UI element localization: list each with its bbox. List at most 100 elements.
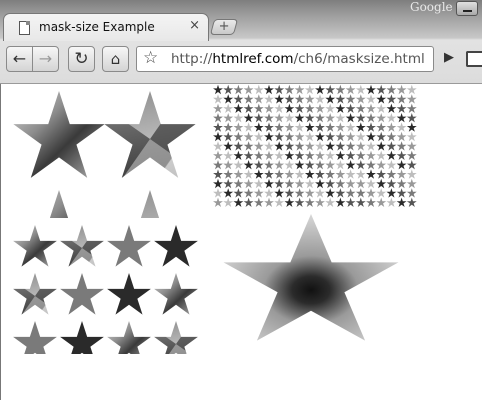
tiny-star — [315, 113, 325, 123]
tab-close-icon[interactable]: × — [189, 19, 200, 32]
home-button[interactable]: ⌂ — [102, 46, 129, 72]
url-text[interactable]: http://htmlref.com/ch6/masksize.html — [171, 51, 425, 67]
back-button[interactable]: ← — [6, 46, 33, 72]
tiny-star — [386, 131, 397, 142]
tiny-star — [264, 188, 274, 198]
medium-star — [13, 369, 57, 400]
tiny-star — [366, 169, 376, 179]
tiny-star — [223, 188, 234, 198]
tiny-star — [253, 150, 264, 161]
medium-star — [60, 321, 104, 354]
demo-single-star — [223, 214, 399, 341]
tiny-star — [355, 178, 366, 189]
tiny-star — [396, 169, 407, 179]
tiny-star — [274, 150, 285, 161]
url-scheme: http:// — [171, 51, 213, 67]
tiny-star — [233, 160, 244, 170]
tiny-star — [294, 188, 305, 198]
tiny-star — [253, 178, 264, 189]
medium-star — [154, 225, 198, 267]
tiny-star — [355, 197, 366, 208]
tiny-star — [366, 141, 376, 151]
tiny-star — [406, 169, 417, 179]
tiny-star — [315, 94, 325, 104]
url-host: htmlref.com — [212, 51, 294, 67]
tiny-star — [304, 150, 315, 161]
tiny-star — [376, 160, 387, 170]
tiny-star — [325, 178, 336, 189]
medium-star — [107, 321, 151, 354]
tiny-star — [223, 122, 234, 132]
tiny-star — [223, 169, 234, 179]
tiny-star — [355, 94, 366, 104]
medium-star — [154, 369, 198, 400]
tiny-star — [294, 103, 305, 114]
page-menu-button[interactable] — [466, 51, 482, 67]
reload-button[interactable]: ↻ — [68, 46, 95, 72]
browser-chrome: mask-size Example × + Google ← → ↻ ⌂ ☆ h… — [0, 0, 482, 84]
tiny-star — [315, 131, 325, 142]
tiny-star — [406, 131, 417, 142]
tiny-star — [264, 197, 274, 208]
address-bar[interactable]: ☆ http://htmlref.com/ch6/masksize.html — [136, 46, 434, 72]
tiny-star — [335, 150, 346, 161]
tiny-star — [335, 141, 346, 151]
new-tab-button[interactable]: + — [209, 19, 239, 35]
tiny-star — [366, 188, 376, 198]
tiny-star — [335, 103, 346, 114]
tiny-star — [386, 84, 397, 95]
go-button[interactable]: ▶ — [438, 46, 460, 72]
tiny-star — [366, 94, 376, 104]
tiny-star — [366, 178, 376, 189]
tiny-star — [366, 84, 376, 95]
tiny-star — [213, 94, 223, 104]
tiny-star — [284, 169, 295, 179]
tiny-star — [253, 113, 264, 123]
tiny-star — [335, 94, 346, 104]
medium-star — [60, 225, 104, 267]
tiny-star — [274, 113, 285, 123]
toolbar: ← → ↻ ⌂ ☆ http://htmlref.com/ch6/masksiz… — [0, 40, 482, 84]
tiny-star — [233, 122, 244, 132]
tiny-star — [274, 188, 285, 198]
tiny-star — [396, 178, 407, 189]
tiny-star — [304, 169, 315, 179]
tiny-star — [284, 113, 295, 123]
tiny-star — [264, 178, 274, 189]
tiny-star — [376, 141, 387, 151]
tiny-star — [233, 150, 244, 161]
tiny-star — [264, 94, 274, 104]
tiny-star — [243, 84, 254, 95]
url-path: /ch6/masksize.html — [293, 51, 425, 67]
tab-mask-size-example[interactable]: mask-size Example × — [3, 13, 209, 41]
tiny-star — [345, 169, 356, 179]
tiny-star — [355, 122, 366, 132]
forward-button[interactable]: → — [32, 46, 59, 72]
tiny-star — [223, 84, 234, 95]
tiny-star — [213, 178, 223, 189]
tiny-star — [325, 197, 336, 208]
tiny-star — [233, 178, 244, 189]
tiny-star — [294, 197, 305, 208]
tab-title: mask-size Example — [39, 20, 155, 34]
tiny-star — [294, 131, 305, 142]
bookmark-star-icon[interactable]: ☆ — [143, 48, 158, 68]
large-star — [104, 91, 196, 178]
tiny-star — [253, 122, 264, 132]
tiny-star — [406, 141, 417, 151]
minimize-button[interactable] — [456, 1, 478, 16]
tiny-star — [243, 178, 254, 189]
tiny-star — [396, 94, 407, 104]
medium-star — [13, 225, 57, 267]
tiny-star — [376, 113, 387, 123]
tiny-star — [376, 150, 387, 161]
tiny-star — [264, 141, 274, 151]
tiny-star — [366, 122, 376, 132]
tiny-star — [284, 131, 295, 142]
tiny-star — [304, 103, 315, 114]
demo-medium-stars — [13, 225, 198, 400]
tiny-star — [345, 84, 356, 95]
tiny-star — [366, 103, 376, 114]
tiny-star — [264, 160, 274, 170]
tiny-star — [335, 122, 346, 132]
